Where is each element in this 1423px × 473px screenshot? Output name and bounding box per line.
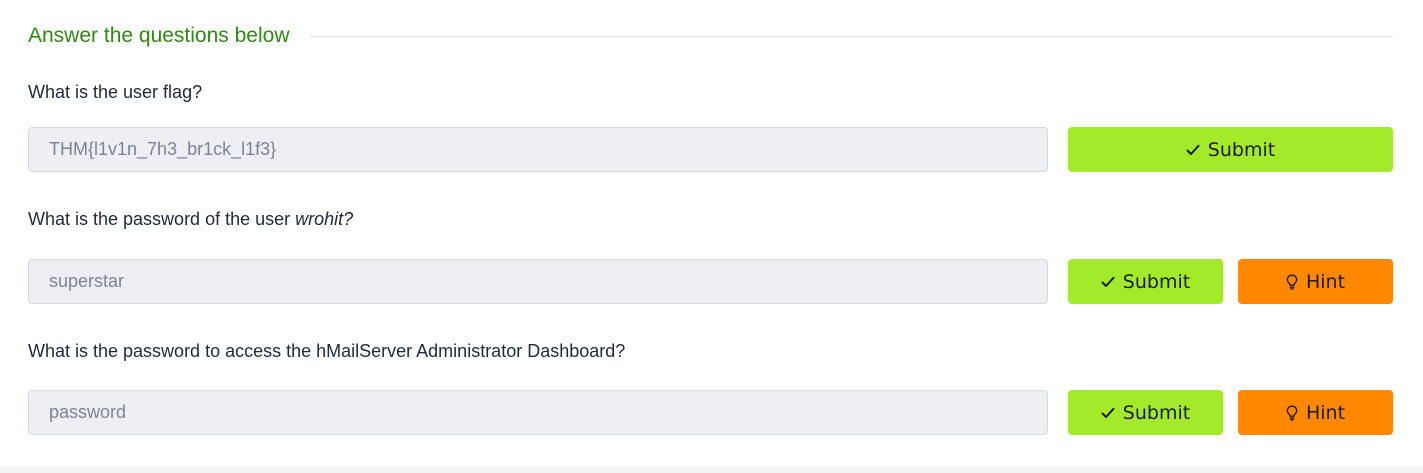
submit-label: Submit <box>1122 270 1191 293</box>
check-icon <box>1101 276 1115 288</box>
answer-row: superstar Submit Hint <box>28 259 1393 304</box>
submit-button[interactable]: Submit <box>1068 127 1393 172</box>
question-text: What is the password of the user wrohit? <box>28 207 1393 231</box>
question-text-emphasis: wrohit? <box>295 209 354 229</box>
question-text-prefix: What is the password of the user <box>28 209 296 229</box>
section-header: Answer the questions below <box>28 22 1393 50</box>
submit-button[interactable]: Submit <box>1068 259 1223 304</box>
lightbulb-icon <box>1286 405 1298 421</box>
question-1: What is the user flag? THM{l1v1n_7h3_br1… <box>28 80 1393 172</box>
task-questions-panel: Answer the questions below What is the u… <box>0 0 1423 473</box>
submit-label: Submit <box>1207 138 1276 161</box>
answer-field[interactable]: superstar <box>28 259 1048 304</box>
bottom-divider <box>0 466 1423 473</box>
section-divider <box>309 35 1393 37</box>
question-2: What is the password of the user wrohit?… <box>28 207 1393 304</box>
answer-row: password Submit Hint <box>28 390 1393 435</box>
lightbulb-icon <box>1286 274 1298 290</box>
answer-row: THM{l1v1n_7h3_br1ck_l1f3} Submit <box>28 127 1393 172</box>
submit-button[interactable]: Submit <box>1068 390 1223 435</box>
submit-label: Submit <box>1122 401 1191 424</box>
question-text: What is the user flag? <box>28 82 203 102</box>
section-title: Answer the questions below <box>28 24 290 47</box>
hint-label: Hint <box>1305 401 1346 424</box>
hint-button[interactable]: Hint <box>1238 259 1393 304</box>
hint-label: Hint <box>1305 270 1346 293</box>
answer-field[interactable]: THM{l1v1n_7h3_br1ck_l1f3} <box>28 127 1048 172</box>
check-icon <box>1101 407 1115 419</box>
question-text: What is the password to access the hMail… <box>28 341 626 361</box>
check-icon <box>1186 144 1200 156</box>
hint-button[interactable]: Hint <box>1238 390 1393 435</box>
question-3: What is the password to access the hMail… <box>28 339 1393 435</box>
answer-field[interactable]: password <box>28 390 1048 435</box>
